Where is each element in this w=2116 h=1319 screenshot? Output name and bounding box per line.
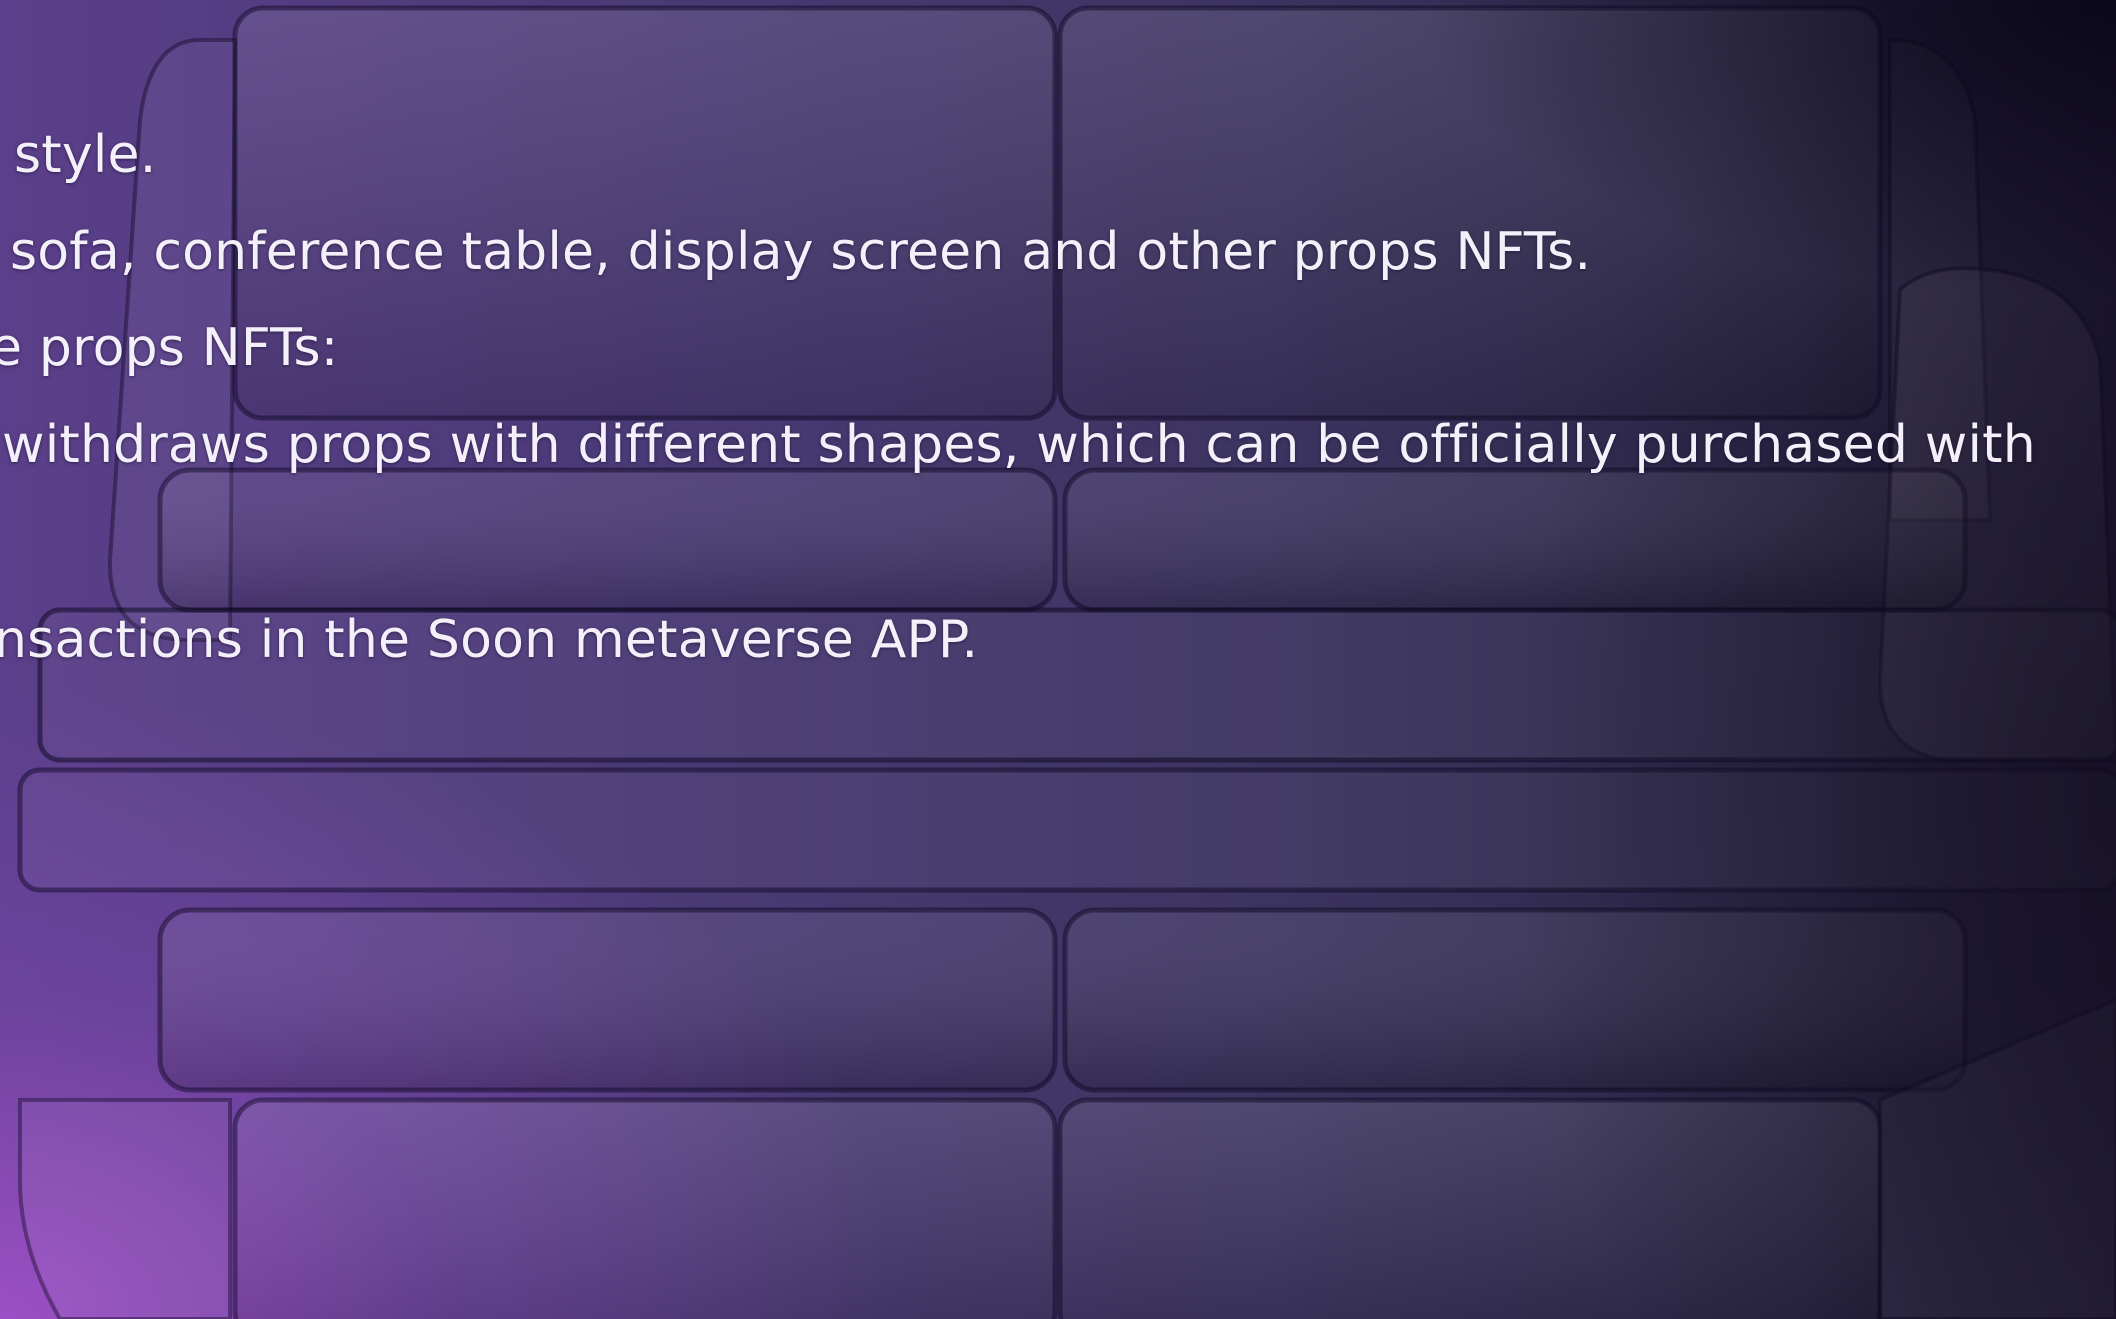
slide-canvas: style. sofa, conference table, display s… [0,0,2116,1319]
text-line-props-heading: e props NFTs: [0,318,339,378]
text-line-props-list: sofa, conference table, display screen a… [10,222,1592,282]
text-line-withdraws: withdraws props with different shapes, w… [2,415,2036,475]
slide-text: style. sofa, conference table, display s… [0,0,2116,1319]
text-line-transactions: nsactions in the Soon metaverse APP. [0,610,979,670]
text-line-style: style. [14,125,157,185]
